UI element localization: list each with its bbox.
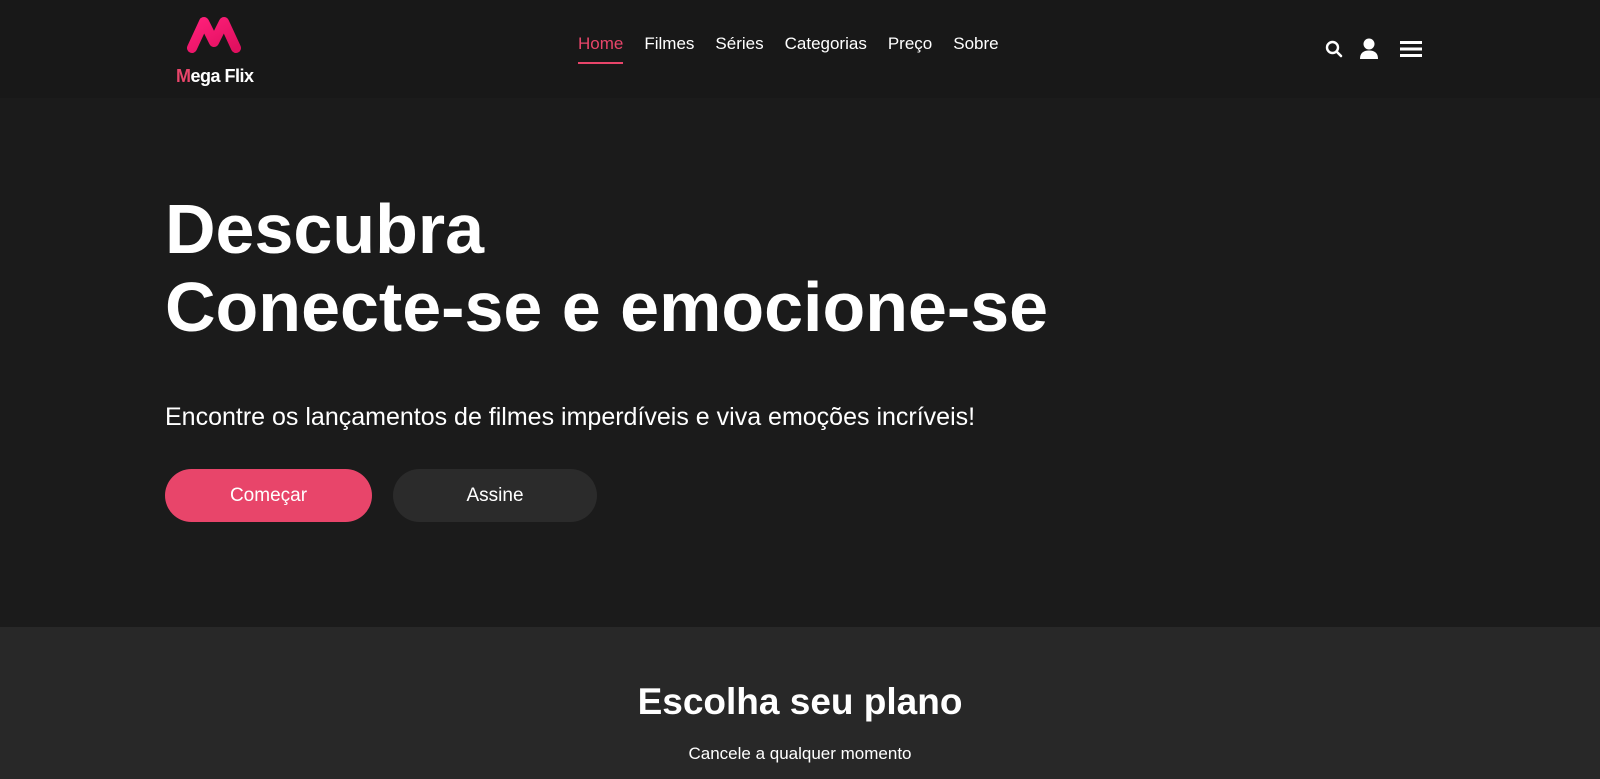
hero-subtitle: Encontre os lançamentos de filmes imperd… [165, 403, 976, 431]
nav-series[interactable]: Séries [715, 34, 763, 64]
logo[interactable]: Mega Flix [176, 14, 256, 88]
nav-categorias[interactable]: Categorias [785, 34, 867, 64]
main-nav: Home Filmes Séries Categorias Preço Sobr… [578, 34, 1020, 64]
plans-subtitle: Cancele a qualquer momento [688, 744, 912, 763]
hero-title: Descubra Conecte-se e emocione-se [165, 190, 1048, 346]
hero-section: Descubra Conecte-se e emocione-se Encont… [0, 98, 1600, 627]
site-header: Mega Flix Home Filmes Séries Categorias … [0, 0, 1600, 98]
plans-title: Escolha seu plano [637, 681, 963, 722]
nav-home[interactable]: Home [578, 34, 624, 64]
logo-text: Mega Flix [176, 66, 254, 86]
nav-filmes[interactable]: Filmes [644, 34, 694, 64]
user-icon[interactable] [1358, 37, 1380, 61]
menu-icon[interactable] [1400, 39, 1422, 59]
hero-title-line1: Descubra [165, 190, 485, 268]
nav-preco[interactable]: Preço [888, 34, 932, 64]
subscribe-button[interactable]: Assine [393, 469, 597, 522]
plans-section: Escolha seu plano Cancele a qualquer mom… [0, 627, 1600, 779]
hero-title-line2: Conecte-se e emocione-se [165, 268, 1049, 346]
logo-mark-icon [187, 17, 241, 53]
nav-sobre[interactable]: Sobre [953, 34, 998, 64]
header-actions [1324, 36, 1422, 62]
search-icon[interactable] [1324, 39, 1344, 59]
start-button[interactable]: Começar [165, 469, 372, 522]
